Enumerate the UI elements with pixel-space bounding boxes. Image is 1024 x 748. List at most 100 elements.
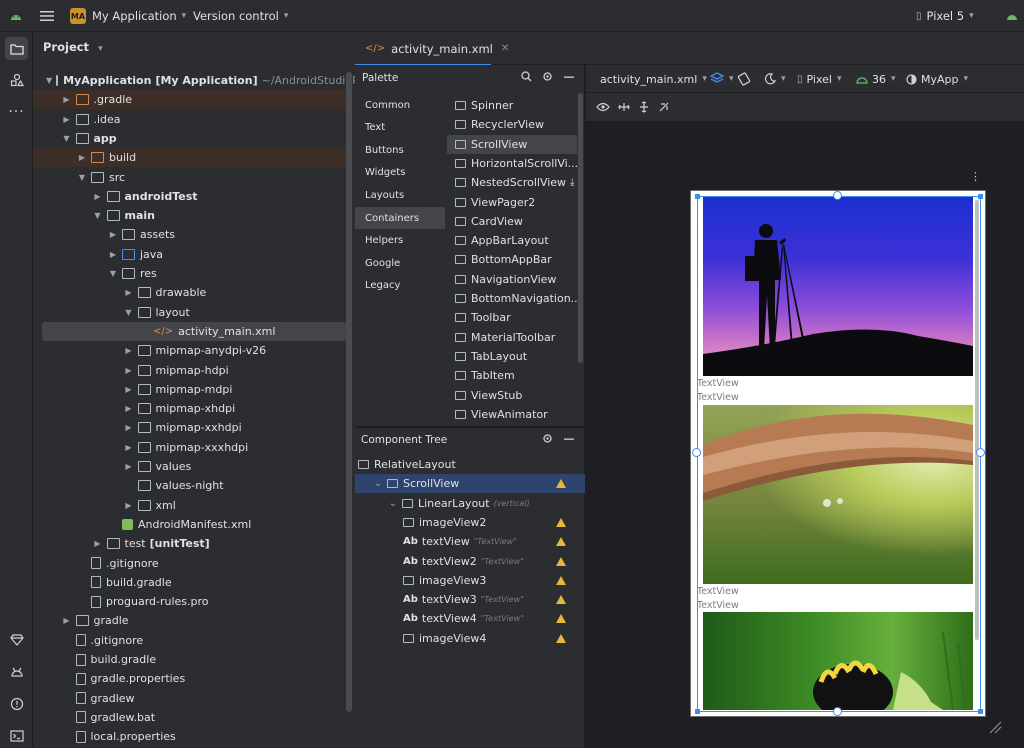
palette-category-buttons[interactable]: Buttons [355,139,445,161]
project-folder-icon[interactable] [5,37,28,60]
download-icon[interactable]: ⤓ [570,177,574,188]
preview-text-view-4[interactable]: TextView [697,600,739,611]
palette-scrollbar[interactable] [578,93,583,363]
chevron-right-icon[interactable]: ▶ [124,462,134,471]
tree-row[interactable]: values-night [33,476,349,495]
tree-row[interactable]: ▼ res [33,264,349,283]
vertical-margin-icon[interactable] [638,93,650,121]
warning-icon[interactable] [556,575,566,585]
palette-widget[interactable]: ViewStub [447,386,577,405]
tree-row[interactable]: ▶ gradle [33,611,349,630]
palette-widget[interactable]: CardView [447,212,577,231]
api-level-selector[interactable]: 36 ▾ [856,65,896,93]
tree-row[interactable]: ▶ .idea [33,110,349,129]
horizontal-margin-icon[interactable] [618,93,630,121]
chevron-right-icon[interactable]: ▶ [124,404,134,413]
orientation-icon[interactable] [737,65,751,93]
tree-row[interactable]: build.gradle [33,573,349,592]
tree-row[interactable]: ▶ drawable [33,283,349,302]
tree-row[interactable]: ▶ xml [33,496,349,515]
palette-widget[interactable]: TabLayout [447,347,577,366]
tree-row[interactable]: ▶ mipmap-xxhdpi [33,418,349,437]
project-panel-title[interactable]: Project ▾ [43,40,103,54]
design-surface-icon[interactable]: ▾ [710,65,734,93]
device-selector[interactable]: ▯ Pixel 5 ▾ [916,0,974,32]
palette-widget[interactable]: Spinner [447,96,577,115]
project-selector[interactable]: MA My Application ▾ [70,0,186,32]
hamburger-menu-icon[interactable] [40,0,54,32]
chevron-down-icon[interactable]: ▼ [77,173,87,182]
chevron-down-icon[interactable]: ▼ [62,134,72,143]
android-icon[interactable] [10,0,22,32]
chevron-right-icon[interactable]: ▶ [62,95,72,104]
component-tree-row[interactable]: imageView3 [355,571,585,590]
component-tree-row[interactable]: Ab textView2 "TextView" [355,552,585,571]
chevron-down-icon[interactable]: ▼ [108,269,118,278]
chevron-right-icon[interactable]: ▶ [108,230,118,239]
search-icon[interactable] [521,71,532,85]
chevron-down-icon[interactable]: ▼ [93,211,103,220]
chevron-right-icon[interactable]: ▶ [124,385,134,394]
palette-widget[interactable]: ViewAnimator [447,405,577,424]
tree-row[interactable]: gradlew [33,689,349,708]
warning-icon[interactable] [556,556,566,566]
tree-row[interactable]: ▼ main [33,206,349,225]
chevron-right-icon[interactable]: ▶ [93,192,103,201]
palette-widget[interactable]: BottomNavigation... [447,289,577,308]
device-preview-selector[interactable]: ▯ Pixel ▾ [797,65,842,93]
tree-row[interactable]: ▼ MyApplication [My Application] ~/AndroidS… [33,71,390,90]
right-resize-handle[interactable] [976,448,985,457]
palette-category-common[interactable]: Common [355,94,445,116]
terminal-icon[interactable] [5,724,28,747]
component-tree-row[interactable]: imageView4 [355,629,585,648]
palette-widget[interactable]: ViewPager2 [447,193,577,212]
component-tree-row[interactable]: Ab textView4 "TextView" [355,609,585,628]
tree-row[interactable]: ▶ build [33,148,349,168]
tree-row[interactable]: ▶ values [33,457,349,476]
chevron-right-icon[interactable]: ▶ [77,153,87,162]
component-tree-row[interactable]: ⌄ LinearLayout (vertical) [355,494,585,513]
chevron-down-icon[interactable]: ⌄ [388,498,398,509]
warning-icon[interactable] [556,614,566,624]
bottom-resize-handle[interactable] [833,707,842,716]
tree-row[interactable]: gradlew.bat [33,708,349,727]
palette-category-google[interactable]: Google [355,252,445,274]
palette-widget[interactable]: BottomAppBar [447,250,577,269]
palette-category-legacy[interactable]: Legacy [355,275,445,297]
more-options-icon[interactable]: ⋮ [970,170,981,183]
tree-row[interactable]: ▶ mipmap-mdpi [33,380,349,399]
component-tree-row[interactable]: RelativeLayout [355,455,585,474]
minimize-icon[interactable] [564,72,574,85]
palette-category-widgets[interactable]: Widgets [355,162,445,184]
tree-row[interactable]: .gitignore [33,631,349,650]
preview-image-view-3[interactable] [703,405,973,584]
warning-icon[interactable] [556,517,566,527]
tree-row[interactable]: ▼ app [33,129,349,148]
component-tree-row[interactable]: imageView2 [355,513,585,532]
gear-icon[interactable] [542,71,553,85]
resource-manager-icon[interactable] [5,68,28,91]
tree-row[interactable]: ▶ .gradle [33,90,349,110]
palette-widget[interactable]: Toolbar [447,308,577,327]
chevron-down-icon[interactable]: ▼ [124,308,134,317]
corner-handle[interactable] [695,709,700,714]
corner-handle[interactable] [978,194,983,199]
tree-row[interactable]: ▶ test [unitTest] [33,534,349,553]
tree-row[interactable]: AndroidManifest.xml [33,515,349,534]
canvas-resize-grip-icon[interactable] [988,720,1002,734]
more-tools-icon[interactable]: ··· [5,100,28,123]
chevron-right-icon[interactable]: ▶ [93,539,103,548]
gem-icon[interactable] [5,628,28,651]
top-resize-handle[interactable] [833,191,842,200]
chevron-right-icon[interactable]: ▶ [62,616,72,625]
chevron-right-icon[interactable]: ▶ [124,443,134,452]
chevron-right-icon[interactable]: ▶ [124,501,134,510]
corner-handle[interactable] [978,709,983,714]
component-tree-row[interactable]: Ab textView "TextView" [355,532,585,551]
chevron-down-icon[interactable]: ▼ [46,76,52,85]
palette-widget[interactable]: TabItem [447,366,577,385]
palette-widget[interactable]: MaterialToolbar [447,328,577,347]
palette-category-layouts[interactable]: Layouts [355,184,445,206]
chevron-right-icon[interactable]: ▶ [62,115,72,124]
warning-icon[interactable] [556,479,566,489]
